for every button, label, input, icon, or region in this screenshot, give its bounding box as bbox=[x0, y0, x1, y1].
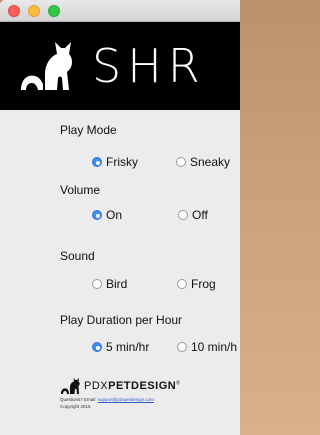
zoom-window-button[interactable] bbox=[48, 5, 60, 17]
questions-text: Questions? Email: bbox=[60, 397, 97, 402]
radio-unselected-indicator bbox=[178, 210, 188, 220]
sound-label: Sound bbox=[60, 249, 95, 263]
title-bar bbox=[0, 0, 240, 22]
company-logo: PDXPETDESIGN® bbox=[60, 378, 180, 394]
registered-mark: ® bbox=[176, 380, 181, 387]
pet-silhouette-icon bbox=[61, 378, 80, 394]
minimize-window-button[interactable] bbox=[28, 5, 40, 17]
radio-label: Off bbox=[192, 208, 208, 222]
radio-label: 10 min/h bbox=[191, 340, 238, 354]
app-title: SHR bbox=[92, 39, 206, 93]
radio-selected-indicator bbox=[92, 342, 102, 352]
radio-selected-indicator bbox=[92, 210, 102, 220]
copyright-text: Copyright 2015 bbox=[60, 404, 91, 409]
brand-name: PDXPETDESIGN® bbox=[84, 380, 180, 392]
duration-5min-radio[interactable]: 5 min/hr bbox=[92, 340, 149, 354]
radio-label: Sneaky bbox=[190, 155, 231, 169]
radio-label: Bird bbox=[106, 277, 128, 291]
radio-label: On bbox=[106, 208, 123, 222]
sound-bird-radio[interactable]: Bird bbox=[92, 277, 127, 291]
volume-off-radio[interactable]: Off bbox=[178, 208, 208, 222]
brand-name-bold: PETDESIGN bbox=[108, 380, 177, 392]
radio-unselected-indicator bbox=[176, 157, 186, 167]
brand-name-light: PDX bbox=[84, 380, 109, 392]
sound-frog-radio[interactable]: Frog bbox=[177, 277, 216, 291]
volume-label: Volume bbox=[60, 183, 101, 197]
close-window-button[interactable] bbox=[8, 5, 20, 17]
header-banner: SHR bbox=[0, 22, 240, 110]
app-window: SHR Play Mode Frisky Sneaky Volume On Of… bbox=[0, 0, 240, 435]
radio-unselected-indicator bbox=[177, 279, 187, 289]
radio-selected-indicator bbox=[92, 157, 102, 167]
cat-silhouette-icon bbox=[21, 42, 72, 90]
radio-unselected-indicator bbox=[92, 279, 102, 289]
radio-label: 5 min/hr bbox=[106, 340, 150, 354]
play-mode-label: Play Mode bbox=[60, 123, 117, 137]
volume-on-radio[interactable]: On bbox=[92, 208, 122, 222]
play-mode-frisky-radio[interactable]: Frisky bbox=[92, 155, 138, 169]
support-email-link[interactable]: support@pdxpetdesign.com bbox=[98, 397, 154, 402]
play-duration-label: Play Duration per Hour bbox=[60, 313, 183, 327]
radio-label: Frog bbox=[191, 277, 216, 291]
duration-10min-radio[interactable]: 10 min/h bbox=[177, 340, 237, 354]
play-mode-sneaky-radio[interactable]: Sneaky bbox=[176, 155, 230, 169]
radio-label: Frisky bbox=[106, 155, 138, 169]
support-line: Questions? Email: support@pdxpetdesign.c… bbox=[60, 397, 154, 402]
settings-panel: Play Mode Frisky Sneaky Volume On Off So… bbox=[0, 110, 240, 435]
radio-unselected-indicator bbox=[177, 342, 187, 352]
